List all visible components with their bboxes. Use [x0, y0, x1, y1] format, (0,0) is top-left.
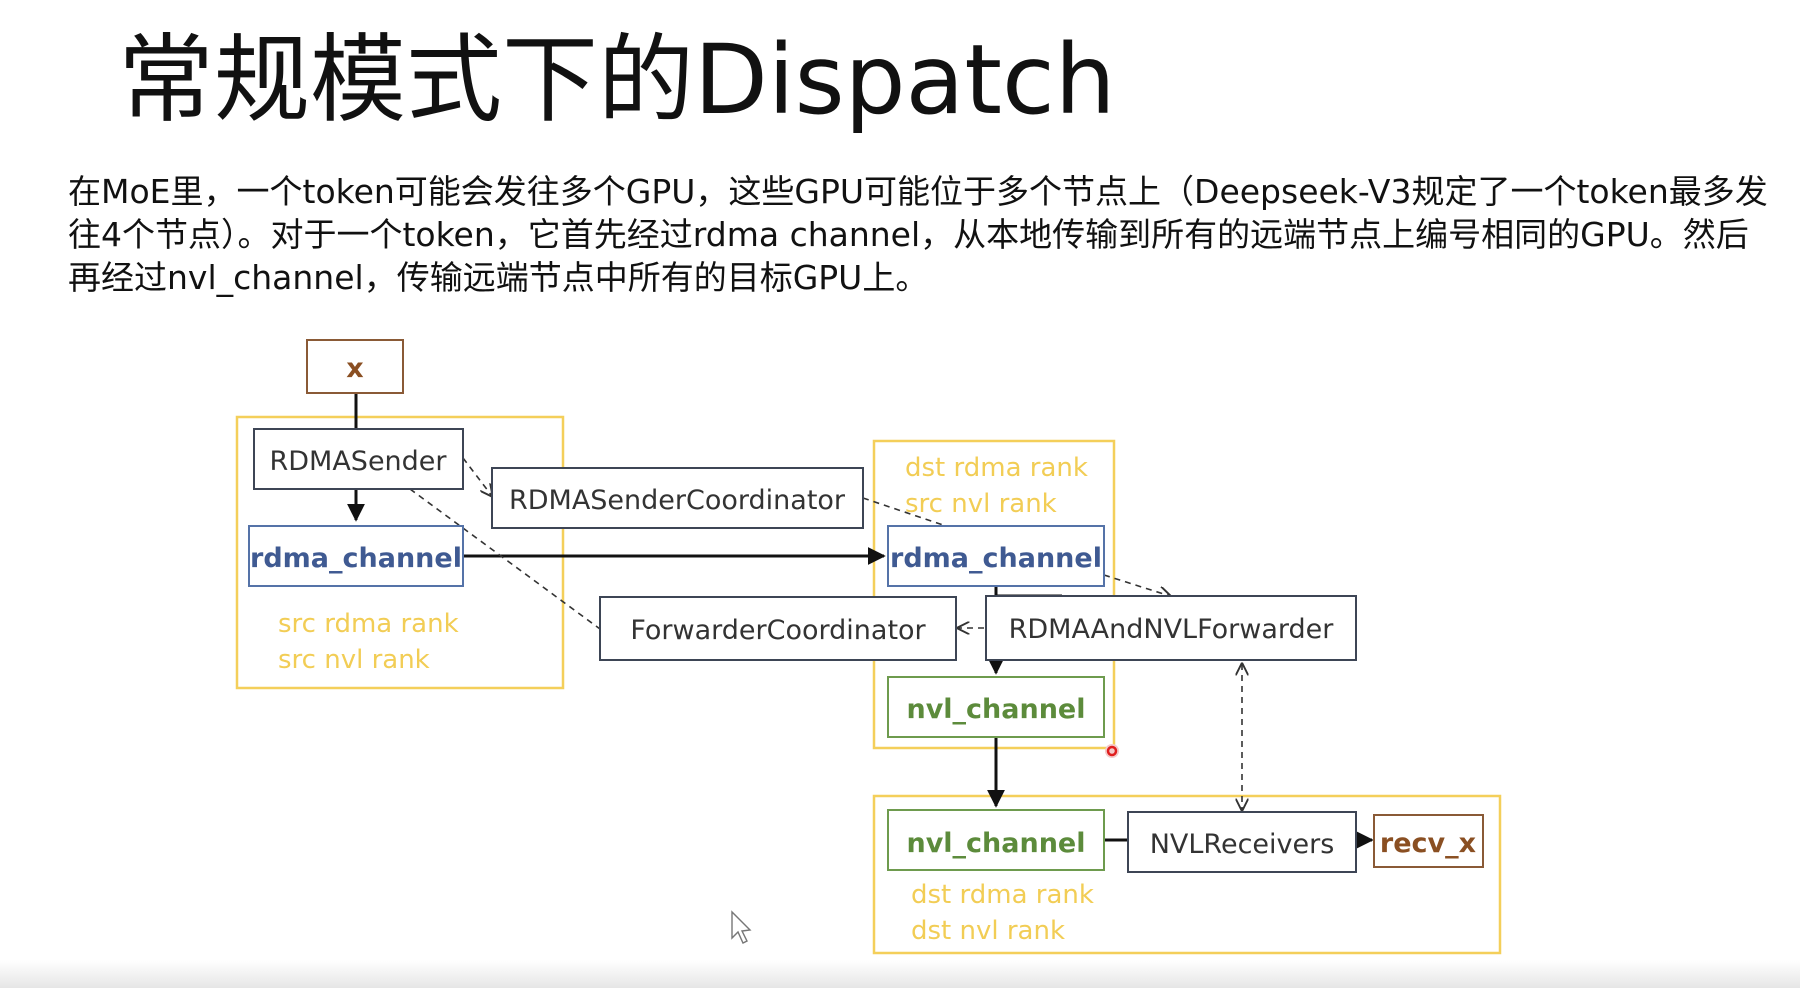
note-dst-rdma-rank: dst rdma rank	[905, 453, 1088, 483]
cursor-arrow-icon	[731, 910, 752, 944]
svg-text:RDMASender: RDMASender	[269, 446, 447, 477]
edge-rdma-channel-to-forwarder	[994, 586, 1062, 598]
svg-text:recv_x: recv_x	[1380, 828, 1476, 859]
node-rdma-sender-coordinator: RDMASenderCoordinator	[491, 467, 864, 529]
note-recv-dst-rdma-rank: dst rdma rank	[911, 880, 1094, 910]
node-x: x	[306, 339, 404, 394]
laser-pointer-dot	[1105, 744, 1119, 758]
dispatch-diagram: src rdma rank src nvl rank dst rdma rank…	[235, 339, 1502, 955]
svg-text:x: x	[346, 353, 363, 384]
svg-text:NVLReceivers: NVLReceivers	[1150, 829, 1335, 860]
node-nvl-channel-recv: nvl_channel	[887, 809, 1105, 871]
note-forward-src-nvl-rank: src nvl rank	[905, 489, 1057, 519]
svg-text:RDMAAndNVLForwarder: RDMAAndNVLForwarder	[1009, 614, 1335, 645]
svg-text:nvl_channel: nvl_channel	[906, 694, 1085, 725]
node-recv-x: recv_x	[1373, 814, 1484, 868]
note-src-rdma-rank: src rdma rank	[278, 609, 459, 639]
node-rdma-sender: RDMASender	[253, 428, 464, 490]
svg-text:ForwarderCoordinator: ForwarderCoordinator	[630, 615, 926, 646]
node-rdma-channel-dst: rdma_channel	[887, 525, 1105, 587]
node-nvl-channel-forward: nvl_channel	[887, 676, 1105, 738]
svg-text:rdma_channel: rdma_channel	[890, 543, 1102, 574]
note-recv-dst-nvl-rank: dst nvl rank	[911, 916, 1065, 946]
bottom-bar	[0, 960, 1800, 988]
node-forwarder-coordinator: ForwarderCoordinator	[599, 596, 957, 661]
node-rdma-and-nvl-forwarder: RDMAAndNVLForwarder	[985, 595, 1357, 661]
svg-text:RDMASenderCoordinator: RDMASenderCoordinator	[509, 485, 846, 516]
dash-sender-to-sender-coordinator	[462, 457, 492, 496]
node-rdma-channel-src: rdma_channel	[248, 525, 464, 587]
note-src-nvl-rank: src nvl rank	[278, 645, 430, 675]
node-nvl-receivers: NVLReceivers	[1127, 811, 1357, 873]
svg-text:rdma_channel: rdma_channel	[250, 543, 462, 574]
svg-text:nvl_channel: nvl_channel	[906, 828, 1085, 859]
